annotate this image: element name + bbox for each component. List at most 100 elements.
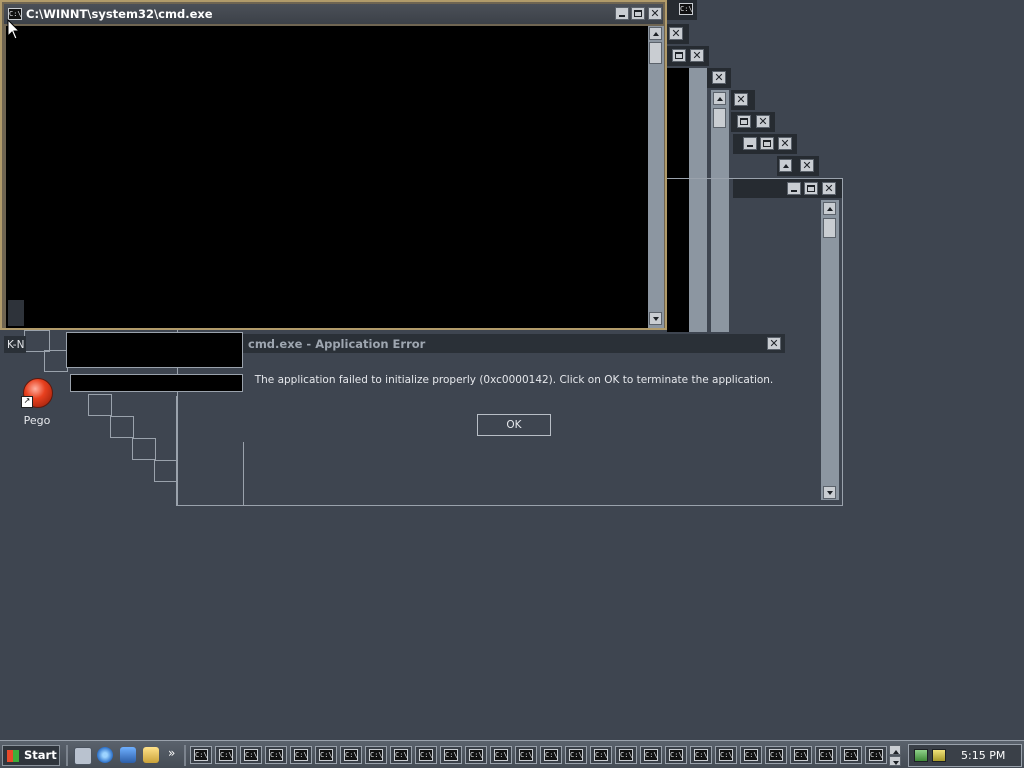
maximize-button[interactable] xyxy=(737,115,751,128)
scroll-down-arrow[interactable] xyxy=(889,756,901,766)
cmd-icon: C:\ xyxy=(744,749,758,761)
bg-window-console xyxy=(70,374,243,392)
scroll-up-arrow[interactable] xyxy=(713,92,726,105)
taskbar-task-button[interactable]: C:\ xyxy=(590,746,612,764)
close-button[interactable]: ✕ xyxy=(690,49,704,62)
cmd-icon: C:\ xyxy=(694,749,708,761)
cmd-icon: C:\ xyxy=(369,749,383,761)
network-icon[interactable] xyxy=(914,749,928,762)
taskbar-task-button[interactable]: C:\ xyxy=(740,746,762,764)
taskbar-task-button[interactable]: C:\ xyxy=(565,746,587,764)
scroll-up-arrow[interactable] xyxy=(889,745,901,755)
bg-window-frame xyxy=(110,416,134,438)
cmd-icon: C:\ xyxy=(819,749,833,761)
cmd-icon: C:\ xyxy=(319,749,333,761)
internet-explorer-icon[interactable] xyxy=(97,747,113,763)
close-button[interactable]: ✕ xyxy=(800,159,814,172)
minimize-button[interactable] xyxy=(787,182,801,195)
minimize-button[interactable] xyxy=(615,7,629,20)
desktop-icon-pego[interactable]: ↗ Pego xyxy=(17,376,57,430)
taskbar-task-button[interactable]: C:\ xyxy=(715,746,737,764)
taskbar-task-button[interactable]: C:\ xyxy=(390,746,412,764)
windows-explorer-icon[interactable] xyxy=(143,747,159,763)
text-cursor-block xyxy=(8,300,24,326)
bg-window-frame xyxy=(154,460,178,482)
show-desktop-icon[interactable] xyxy=(74,747,92,765)
cmd-icon: C:\ xyxy=(679,3,693,15)
bg-window-frame xyxy=(44,350,68,372)
scroll-up-arrow[interactable] xyxy=(823,202,836,215)
dialog-title: cmd.exe - Application Error xyxy=(248,337,426,351)
taskbar-task-button[interactable]: C:\ xyxy=(365,746,387,764)
maximize-button[interactable] xyxy=(804,182,818,195)
console-area[interactable] xyxy=(6,26,648,328)
scroll-thumb[interactable] xyxy=(713,108,726,128)
close-button[interactable]: ✕ xyxy=(648,7,662,20)
taskbar-task-button[interactable]: C:\ xyxy=(690,746,712,764)
volume-icon[interactable] xyxy=(932,749,946,762)
taskbar-task-button[interactable]: C:\ xyxy=(815,746,837,764)
bg-window-frame xyxy=(88,394,112,416)
maximize-button[interactable] xyxy=(672,49,686,62)
close-button[interactable]: ✕ xyxy=(767,337,781,350)
taskbar-task-button[interactable]: C:\ xyxy=(865,746,887,764)
application-error-dialog[interactable]: cmd.exe - Application Error ✕ The applic… xyxy=(243,334,785,442)
cmd-window[interactable]: C:\ C:\WINNT\system32\cmd.exe ✕ xyxy=(0,0,667,330)
cmd-titlebar[interactable]: C:\ C:\WINNT\system32\cmd.exe ✕ xyxy=(4,4,663,24)
close-button[interactable]: ✕ xyxy=(822,182,836,195)
taskbar-task-button[interactable]: C:\ xyxy=(440,746,462,764)
taskbar-task-button[interactable]: C:\ xyxy=(190,746,212,764)
cmd-icon: C:\ xyxy=(494,749,508,761)
vertical-scrollbar[interactable] xyxy=(648,26,664,328)
taskbar-task-button[interactable]: C:\ xyxy=(215,746,237,764)
dialog-titlebar[interactable]: cmd.exe - Application Error ✕ xyxy=(243,334,785,353)
maximize-button[interactable] xyxy=(631,7,645,20)
start-button[interactable]: Start xyxy=(2,745,60,766)
desktop-icon-label: Pego xyxy=(23,414,51,427)
cmd-icon: C:\ xyxy=(844,749,858,761)
task-scroll[interactable] xyxy=(889,745,903,767)
taskbar-task-button[interactable]: C:\ xyxy=(265,746,287,764)
cmd-icon: C:\ xyxy=(294,749,308,761)
taskbar-task-button[interactable]: C:\ xyxy=(840,746,862,764)
close-button[interactable]: ✕ xyxy=(669,27,683,40)
ok-button[interactable]: OK xyxy=(477,414,551,436)
taskbar-task-button[interactable]: C:\ xyxy=(665,746,687,764)
outlook-express-icon[interactable] xyxy=(120,747,136,763)
taskbar-task-button[interactable]: C:\ xyxy=(765,746,787,764)
taskbar-task-button[interactable]: C:\ xyxy=(240,746,262,764)
scroll-up-arrow[interactable] xyxy=(779,159,792,172)
close-button[interactable]: ✕ xyxy=(756,115,770,128)
close-button[interactable]: ✕ xyxy=(734,93,748,106)
taskbar-task-button[interactable]: C:\ xyxy=(340,746,362,764)
bg-window-frame xyxy=(24,330,50,352)
taskbar-task-button[interactable]: C:\ xyxy=(315,746,337,764)
maximize-button[interactable] xyxy=(760,137,774,150)
scroll-thumb[interactable] xyxy=(649,42,662,64)
cmd-icon: C:\ xyxy=(344,749,358,761)
taskbar-task-button[interactable]: C:\ xyxy=(290,746,312,764)
cmd-icon: C:\ xyxy=(594,749,608,761)
taskbar-task-button[interactable]: C:\ xyxy=(790,746,812,764)
close-button[interactable]: ✕ xyxy=(778,137,792,150)
cmd-icon: C:\ xyxy=(669,749,683,761)
scroll-up-arrow[interactable] xyxy=(649,27,662,40)
scroll-thumb[interactable] xyxy=(823,218,836,238)
bg-window-frame xyxy=(132,438,156,460)
taskbar-task-button[interactable]: C:\ xyxy=(640,746,662,764)
taskbar-task-button[interactable]: C:\ xyxy=(490,746,512,764)
minimize-button[interactable] xyxy=(743,137,757,150)
close-button[interactable]: ✕ xyxy=(712,71,726,84)
taskbar-task-button[interactable]: C:\ xyxy=(515,746,537,764)
taskbar-task-button[interactable]: C:\ xyxy=(415,746,437,764)
scroll-down-arrow[interactable] xyxy=(649,312,662,325)
quick-launch-overflow[interactable]: » xyxy=(168,746,175,760)
scroll-down-arrow[interactable] xyxy=(823,486,836,499)
taskbar-task-button[interactable]: C:\ xyxy=(465,746,487,764)
clock[interactable]: 5:15 PM xyxy=(961,749,1005,762)
taskbar-task-button[interactable]: C:\ xyxy=(615,746,637,764)
start-label: Start xyxy=(24,748,57,762)
cmd-icon: C:\ xyxy=(869,749,883,761)
taskbar-task-button[interactable]: C:\ xyxy=(540,746,562,764)
scrollbar[interactable] xyxy=(821,200,839,500)
